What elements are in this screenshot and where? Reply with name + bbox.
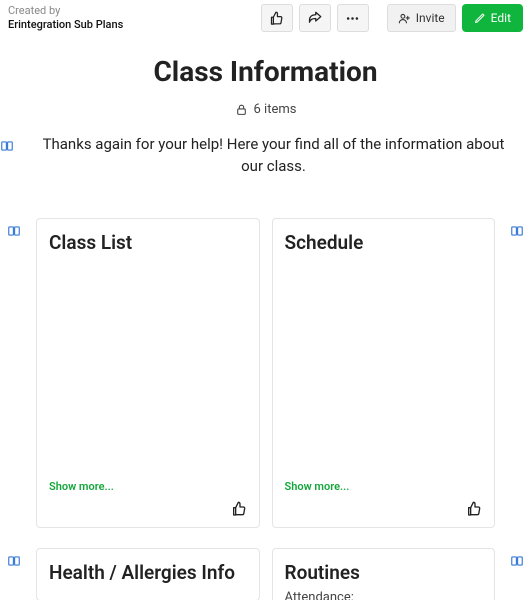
share-icon [307,11,322,26]
collection-icon [510,224,524,238]
collection-icon [7,224,21,238]
show-more-link[interactable]: Show more... [49,480,247,493]
more-horizontal-icon [345,11,360,26]
created-by-label: Created by [8,4,261,18]
collection-badge-left[interactable] [4,548,24,568]
more-options-button[interactable] [337,4,369,32]
collection-badge-left[interactable] [4,218,24,238]
created-by-name[interactable]: Erintegration Sub Plans [8,18,261,32]
card-routines[interactable]: Routines Attendance: [272,548,496,600]
like-button[interactable] [261,4,293,32]
share-button[interactable] [299,4,331,32]
card-schedule[interactable]: Schedule Show more... [272,218,496,528]
item-count-text: 6 items [254,102,297,117]
card-title: Health / Allergies Info [49,561,247,585]
edit-button[interactable]: Edit [462,4,523,32]
show-more-link[interactable]: Show more... [285,480,483,493]
card-title: Schedule [285,231,483,255]
card-class-list[interactable]: Class List Show more... [36,218,260,528]
intro-text: Thanks again for your help! Here your fi… [20,133,527,178]
collection-icon [0,139,14,153]
card-body: Attendance: [285,590,483,600]
invite-label: Invite [416,11,445,25]
collection-icon [7,554,21,568]
collection-badge-right[interactable] [507,548,527,568]
card-body [285,260,483,479]
collection-badge-right[interactable] [507,218,527,238]
card-body [49,260,247,479]
card-health-allergies[interactable]: Health / Allergies Info [36,548,260,600]
collection-badge-left[interactable] [0,133,14,153]
user-plus-icon [398,12,411,25]
invite-button[interactable]: Invite [387,4,456,32]
created-by-block: Created by Erintegration Sub Plans [8,4,261,33]
card-title: Routines [285,561,483,585]
page-title: Class Information [0,55,531,88]
item-count-row: 6 items [0,102,531,117]
thumbs-up-icon[interactable] [466,501,482,517]
thumbs-up-icon[interactable] [231,501,247,517]
edit-label: Edit [491,11,511,25]
thumbs-up-icon [269,11,284,26]
card-title: Class List [49,231,247,255]
collection-icon [510,554,524,568]
lock-icon [235,103,248,116]
pencil-icon [474,12,486,24]
